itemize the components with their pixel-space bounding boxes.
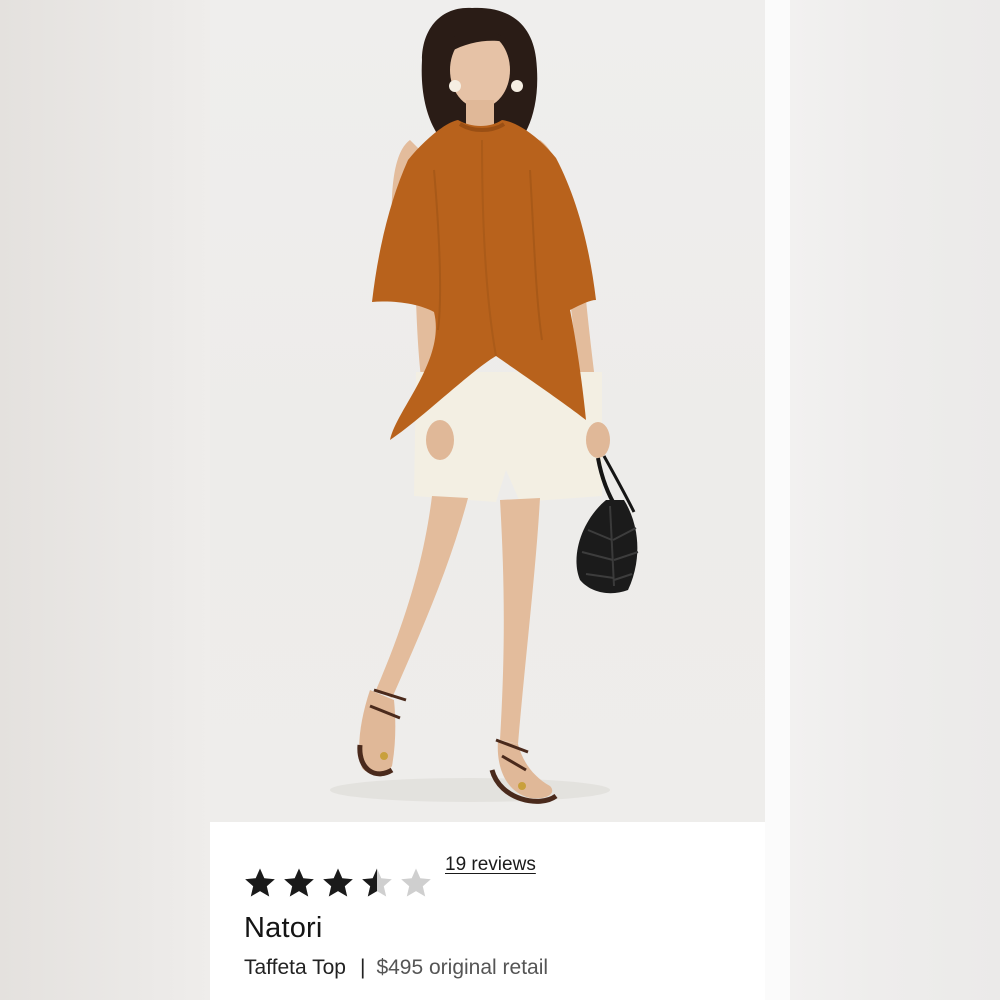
model-illustration xyxy=(330,7,639,804)
product-line: Taffeta Top | $495 original retail xyxy=(244,956,548,980)
product-info: 19 reviews Natori Taffeta Top | $495 ori… xyxy=(210,822,765,1000)
product-name: Taffeta Top xyxy=(244,956,346,979)
gap-strip xyxy=(765,0,790,1000)
product-card[interactable]: 19 reviews Natori Taffeta Top | $495 ori… xyxy=(210,0,765,1000)
separator: | xyxy=(359,956,366,979)
product-photo[interactable] xyxy=(210,0,765,822)
reviews-link[interactable]: 19 reviews xyxy=(445,854,536,876)
star-filled-icon xyxy=(245,868,275,897)
star-empty-icon xyxy=(401,868,431,897)
star-filled-icon xyxy=(323,868,353,897)
star-half-icon xyxy=(362,868,392,897)
retail-price: $495 original retail xyxy=(376,956,549,979)
star-rating xyxy=(244,867,432,899)
star-filled-icon xyxy=(284,868,314,897)
left-backdrop xyxy=(0,0,210,1000)
brand-name[interactable]: Natori xyxy=(244,912,323,945)
right-backdrop xyxy=(790,0,1000,1000)
